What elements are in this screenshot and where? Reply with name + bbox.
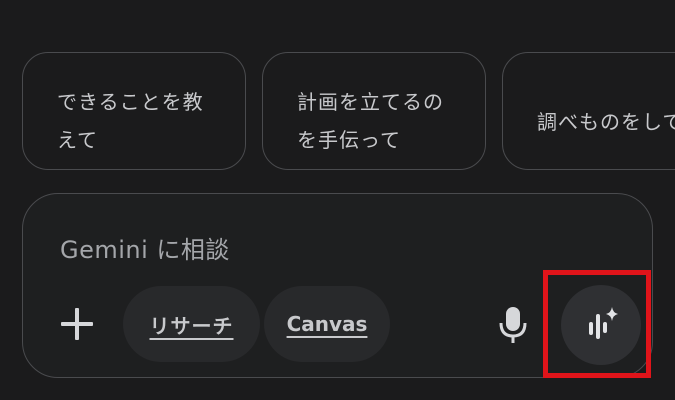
microphone-button[interactable] (495, 304, 531, 346)
microphone-icon (499, 307, 527, 343)
suggestion-chip-research[interactable]: 調べものをして (502, 52, 675, 170)
research-tool-button[interactable]: リサーチ (123, 286, 260, 362)
suggestion-chip-capabilities[interactable]: できることを教 えて (22, 52, 246, 170)
gemini-screen: できることを教 えて 計画を立てるの を手伝って 調べものをして Gemini … (0, 0, 675, 400)
plus-icon (61, 308, 93, 340)
suggestion-chip-plan[interactable]: 計画を立てるの を手伝って (262, 52, 486, 170)
prompt-composer[interactable]: Gemini に相談 リサーチ Canvas (22, 193, 653, 378)
canvas-tool-button[interactable]: Canvas (264, 286, 390, 362)
gemini-live-icon (589, 307, 618, 339)
add-button[interactable] (55, 302, 99, 346)
prompt-input-placeholder[interactable]: Gemini に相談 (60, 230, 230, 265)
gemini-live-button[interactable] (561, 285, 641, 365)
